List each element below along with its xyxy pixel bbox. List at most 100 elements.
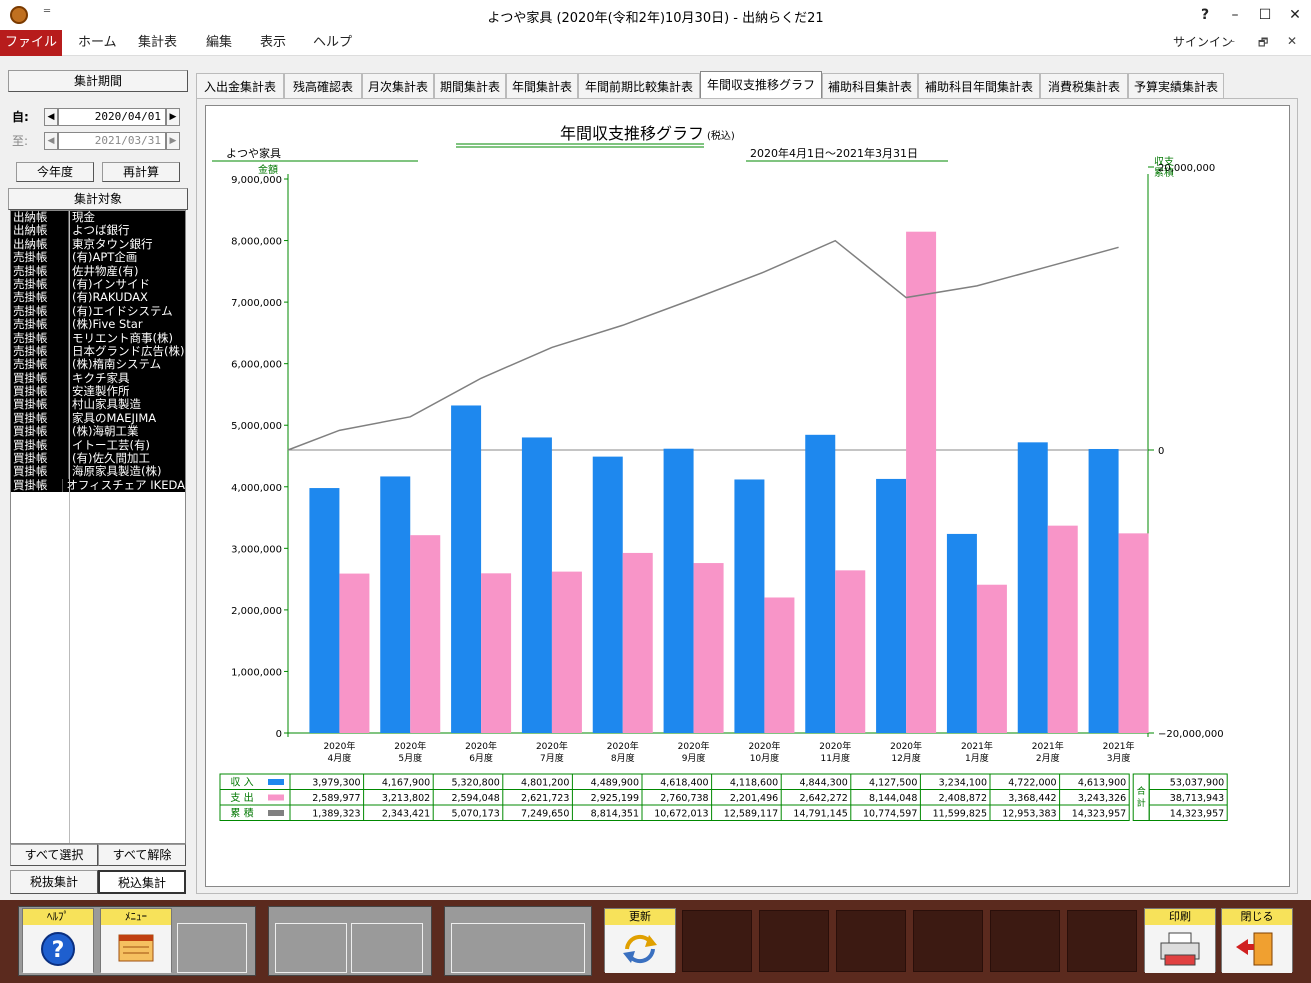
tab-8[interactable]: 補助科目年間集計表	[918, 73, 1040, 99]
select-all-button[interactable]: すべて選択	[10, 844, 98, 866]
expense-bar	[835, 570, 866, 733]
close-button[interactable]: 閉じる	[1221, 908, 1293, 973]
target-item[interactable]: 売掛帳 佐井物産(有)	[11, 264, 185, 278]
target-item[interactable]: 買掛帳 安達製作所	[11, 384, 185, 399]
maximize-icon[interactable]: ☐	[1252, 4, 1278, 26]
recalc-button[interactable]: 再計算	[102, 162, 180, 182]
close-icon[interactable]: ✕	[1282, 4, 1308, 26]
target-item[interactable]: 出納帳 現金	[11, 211, 185, 225]
target-item[interactable]: 売掛帳 (有)APT企画	[11, 250, 185, 265]
table-cell: 4,167,900	[382, 778, 430, 789]
y-tick-label: 3,000,000	[231, 544, 282, 555]
target-item[interactable]: 買掛帳 (有)佐久間加工	[11, 451, 185, 466]
menu-home[interactable]: ホーム	[78, 30, 117, 56]
target-item[interactable]: 売掛帳 モリエント商事(株)	[11, 331, 185, 345]
menu-reports[interactable]: 集計表	[138, 30, 177, 56]
deselect-all-button[interactable]: すべて解除	[98, 844, 186, 866]
target-item[interactable]: 売掛帳 (有)エイドシステム	[11, 304, 185, 319]
to-next-arrow-icon[interactable]: ▶	[166, 132, 180, 150]
target-item[interactable]: 出納帳 東京タウン銀行	[11, 237, 185, 252]
income-bar	[451, 405, 482, 733]
menu-list-icon	[118, 934, 154, 962]
tab-9[interactable]: 消費税集計表	[1040, 73, 1128, 99]
target-book: 買掛帳	[11, 384, 69, 399]
income-bar	[876, 478, 907, 733]
print-button[interactable]: 印刷	[1144, 908, 1216, 973]
tab-3[interactable]: 期間集計表	[434, 73, 506, 99]
refresh-button[interactable]: 更新	[604, 908, 676, 973]
target-item[interactable]: 買掛帳 イトー工芸(有)	[11, 438, 185, 453]
chart-panel: 年間収支推移グラフ (税込) よつや家具 2020年4月1日～2021年3月31日 金額…	[205, 105, 1290, 887]
menu-view[interactable]: 表示	[260, 30, 286, 56]
table-cell: 5,320,800	[451, 778, 499, 789]
table-cell: 4,618,400	[660, 778, 708, 789]
table-cell: 11,599,825	[933, 809, 987, 820]
target-book: 出納帳	[11, 237, 69, 252]
target-header: 集計対象	[8, 188, 188, 210]
from-next-arrow-icon[interactable]: ▶	[166, 108, 180, 126]
target-item[interactable]: 買掛帳 (株)海朝工業	[11, 424, 185, 439]
to-date-field[interactable]: 2021/03/31	[58, 132, 166, 150]
expense-bar	[693, 563, 724, 733]
target-item[interactable]: 売掛帳 (株)Five Star	[11, 317, 185, 332]
target-item[interactable]: 買掛帳 キクチ家具	[11, 371, 185, 386]
target-item[interactable]: 買掛帳 村山家具製造	[11, 397, 185, 412]
sub-restore-icon[interactable]: 🗗	[1258, 34, 1268, 53]
tab-0[interactable]: 入出金集計表	[196, 73, 284, 99]
target-book: 買掛帳	[11, 478, 64, 493]
menu-file[interactable]: ファイル	[0, 30, 62, 56]
table-cell: 8,814,351	[591, 809, 639, 820]
table-cell: 2,594,048	[451, 793, 499, 804]
signin-link[interactable]: サインイン	[1173, 33, 1233, 50]
target-item[interactable]: 売掛帳 (有)インサイド	[11, 277, 185, 292]
empty-slot	[275, 923, 347, 973]
target-account: 家具のMAEJIMA	[72, 410, 157, 425]
tab-4[interactable]: 年間集計表	[506, 73, 578, 99]
sub-minimize-icon[interactable]: –	[1229, 34, 1235, 48]
x-tick-year: 2021年	[1032, 740, 1064, 752]
help-button[interactable]: ﾍﾙﾌﾟ ?	[22, 908, 94, 973]
to-prev-arrow-icon[interactable]: ◀	[44, 132, 58, 150]
tax-excluded-button[interactable]: 税抜集計	[10, 870, 98, 894]
target-list[interactable]: 出納帳 現金 出納帳 よつば銀行 出納帳 東京タウン銀行 売掛帳 (有)APT企画 売掛帳 佐井物…	[10, 210, 186, 844]
minimize-icon[interactable]: –	[1222, 4, 1248, 26]
target-item[interactable]: 売掛帳 日本グランド広告(株)	[11, 344, 185, 359]
target-item[interactable]: 買掛帳 オフィスチェア IKEDA	[11, 478, 185, 493]
x-tick-month: 6月度	[469, 752, 493, 764]
target-item[interactable]: 売掛帳 (有)RAKUDAX	[11, 290, 185, 305]
sub-close-icon[interactable]: ✕	[1287, 34, 1297, 48]
menu-button[interactable]: ﾒﾆｭｰ	[100, 908, 172, 973]
tax-included-button[interactable]: 税込集計	[98, 870, 186, 894]
this-year-button[interactable]: 今年度	[16, 162, 94, 182]
income-bar	[592, 456, 623, 733]
tab-6[interactable]: 年間収支推移グラフ	[700, 71, 822, 99]
company-name: よつや家具	[226, 146, 281, 160]
tab-1[interactable]: 残高確認表	[284, 73, 362, 99]
table-cell: 12,589,117	[724, 809, 778, 820]
income-bar	[521, 437, 552, 733]
target-book: 買掛帳	[11, 411, 69, 426]
menu-edit[interactable]: 編集	[206, 30, 232, 56]
expense-bar	[622, 552, 653, 733]
help-icon[interactable]: ?	[1192, 4, 1218, 26]
total-label-cell	[1132, 773, 1150, 821]
menu-help[interactable]: ヘルプ	[313, 30, 352, 56]
target-account: 村山家具製造	[72, 397, 141, 412]
tab-10[interactable]: 予算実績集計表	[1128, 73, 1224, 99]
income-bar	[380, 476, 411, 733]
expense-bar	[410, 535, 441, 733]
target-item[interactable]: 売掛帳 (株)楕南システム	[11, 357, 185, 372]
tab-5[interactable]: 年間前期比較集計表	[578, 73, 700, 99]
target-item[interactable]: 買掛帳 海原家具製造(株)	[11, 465, 185, 479]
target-item[interactable]: 買掛帳 家具のMAEJIMA	[11, 410, 185, 426]
toolbar-group-2	[268, 906, 432, 976]
tab-7[interactable]: 補助科目集計表	[822, 73, 918, 99]
empty-slot	[451, 923, 585, 973]
target-item[interactable]: 出納帳 よつば銀行	[11, 223, 185, 238]
x-tick-year: 2020年	[890, 740, 922, 752]
y-tick-label: 1,000,000	[231, 667, 282, 678]
empty-slot	[759, 910, 829, 972]
from-prev-arrow-icon[interactable]: ◀	[44, 108, 58, 126]
from-date-field[interactable]: 2020/04/01	[58, 108, 166, 126]
tab-2[interactable]: 月次集計表	[362, 73, 434, 99]
